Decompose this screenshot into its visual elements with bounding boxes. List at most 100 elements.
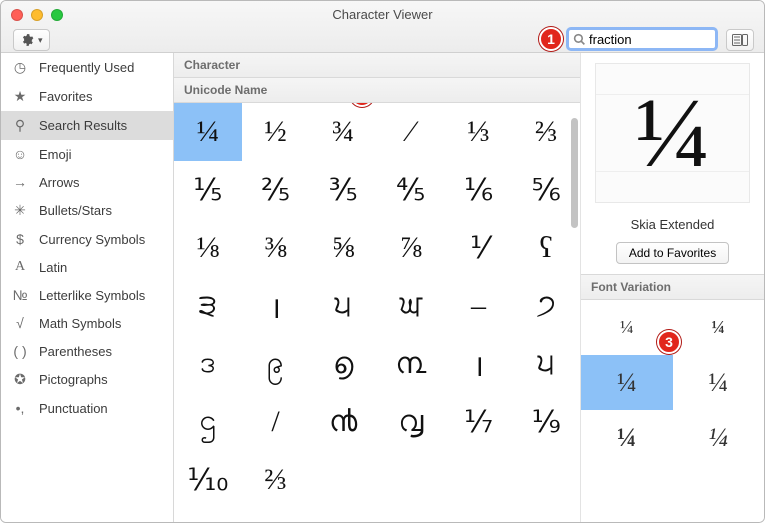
variation-cell[interactable]: ¼ — [673, 355, 765, 410]
settings-menu-button[interactable]: ▾ — [13, 29, 50, 51]
add-to-favorites-button[interactable]: Add to Favorites — [616, 242, 729, 264]
sidebar-item-arrows[interactable]: →Arrows — [1, 168, 173, 196]
char-cell[interactable]: ⅑ — [512, 393, 580, 451]
variation-cell[interactable]: ¼ — [581, 300, 673, 355]
char-cell[interactable]: । — [242, 277, 310, 335]
scrollbar-thumb[interactable] — [571, 118, 578, 228]
char-cell[interactable]: ⅚ — [512, 161, 580, 219]
grid-scroll[interactable]: ¼½¾⁄⅓⅔⅕⅖⅗⅘⅙⅚⅛⅜⅝⅞⅟ʕ੩।੫ਘ–੭ဒ၉൭൩।੫ဌ/൯൮⅐⅑⅒⅔ 2 — [174, 103, 580, 522]
sidebar-item-label: Parentheses — [39, 344, 112, 359]
search-icon: ⚲ — [11, 117, 29, 134]
preview-glyph: ¼ — [635, 83, 710, 183]
char-cell[interactable] — [309, 451, 377, 509]
char-cell[interactable]: ੩ — [174, 277, 242, 335]
sidebar-item-punctuation[interactable]: •, Punctuation — [1, 394, 173, 422]
char-cell[interactable]: ⅐ — [445, 393, 513, 451]
sidebar-item-label: Pictographs — [39, 372, 108, 387]
window-title: Character Viewer — [1, 7, 764, 22]
char-cell[interactable]: / — [242, 393, 310, 451]
char-cell[interactable]: ⅕ — [174, 161, 242, 219]
toggle-sidebar-button[interactable] — [726, 29, 754, 51]
char-cell[interactable]: ⅝ — [309, 219, 377, 277]
callout-1: 1 — [539, 27, 563, 51]
char-cell[interactable]: ੫ — [512, 335, 580, 393]
char-cell[interactable]: ⁄ — [377, 103, 445, 161]
char-cell[interactable]: ⅛ — [174, 219, 242, 277]
emoji-icon: ☺ — [11, 146, 29, 162]
char-cell[interactable]: ⅖ — [242, 161, 310, 219]
char-cell[interactable]: ⅒ — [174, 451, 242, 509]
variation-cell[interactable]: ¼ — [673, 410, 765, 465]
char-cell[interactable] — [512, 451, 580, 509]
char-cell[interactable]: ⅞ — [377, 219, 445, 277]
sidebar-item-label: Frequently Used — [39, 60, 134, 75]
char-cell[interactable]: ၉ — [242, 335, 310, 393]
sidebar: ◷ Frequently Used ★Favorites ⚲ Search Result… — [1, 53, 174, 522]
char-cell[interactable]: ൯ — [309, 393, 377, 451]
math-icon: √ — [11, 315, 29, 331]
char-cell[interactable]: ⅙ — [445, 161, 513, 219]
sidebar-item-label: Currency Symbols — [39, 232, 145, 247]
character-header: Character — [174, 53, 580, 78]
sidebar-item-favorites[interactable]: ★Favorites — [1, 82, 173, 111]
sidebar-item-currency-symbols[interactable]: $ Currency Symbols — [1, 225, 173, 253]
sidebar-item-parentheses[interactable]: ( ) Parentheses — [1, 337, 173, 365]
sidebar-item-label: Arrows — [39, 175, 79, 190]
char-cell[interactable]: ¼ — [174, 103, 242, 161]
sidebar-item-label: Punctuation — [39, 401, 108, 416]
punct-icon: •, — [11, 400, 29, 416]
clock-icon: ◷ — [11, 59, 29, 76]
char-cell[interactable] — [377, 451, 445, 509]
char-cell[interactable]: ⅟ — [445, 219, 513, 277]
detail-pane: ¼ Skia Extended Add to Favorites Font Va… — [581, 53, 764, 522]
char-cell[interactable]: ⅗ — [309, 161, 377, 219]
variation-cell[interactable]: ¼ — [581, 410, 673, 465]
variation-cell[interactable]: ¼ — [581, 355, 673, 410]
char-cell[interactable]: ⅘ — [377, 161, 445, 219]
char-cell[interactable]: ½ — [242, 103, 310, 161]
sidebar-item-label: Math Symbols — [39, 316, 121, 331]
character-grid: ¼½¾⁄⅓⅔⅕⅖⅗⅘⅙⅚⅛⅜⅝⅞⅟ʕ੩।੫ਘ–੭ဒ၉൭൩।੫ဌ/൯൮⅐⅑⅒⅔ — [174, 103, 580, 509]
main-area: Character Unicode Name ¼½¾⁄⅓⅔⅕⅖⅗⅘⅙⅚⅛⅜⅝⅞⅟… — [174, 53, 764, 522]
bullet-icon: ✳ — [11, 202, 29, 219]
sidebar-item-frequently-used[interactable]: ◷ Frequently Used — [1, 53, 173, 82]
sidebar-item-label: Search Results — [39, 118, 127, 133]
character-viewer-window: Character Viewer ▾ 1 ✕ ◷Frequently Used★… — [0, 0, 765, 523]
char-cell[interactable]: ⅓ — [445, 103, 513, 161]
char-cell[interactable]: ¾ — [309, 103, 377, 161]
char-cell[interactable]: – — [445, 277, 513, 335]
sidebar-item-bullets-stars[interactable]: ✳Bullets/Stars — [1, 196, 173, 225]
sidebar-item-pictographs[interactable]: ✪ Pictographs — [1, 365, 173, 394]
chevron-down-icon: ▾ — [38, 35, 43, 46]
sidebar-item-label: Letterlike Symbols — [39, 288, 145, 303]
char-cell[interactable]: ൭ — [309, 335, 377, 393]
char-cell[interactable]: ⅔ — [512, 103, 580, 161]
char-cell[interactable]: ൮ — [377, 393, 445, 451]
char-cell[interactable]: ⅜ — [242, 219, 310, 277]
sidebar-item-math-symbols[interactable]: √ Math Symbols — [1, 309, 173, 337]
search-icon — [573, 33, 586, 46]
char-cell[interactable]: ൩ — [377, 335, 445, 393]
char-cell[interactable]: ੭ — [512, 277, 580, 335]
char-cell[interactable]: ਘ — [377, 277, 445, 335]
char-cell[interactable]: ੫ — [309, 277, 377, 335]
latin-icon: A — [11, 259, 29, 275]
variation-cell[interactable]: ¼ — [673, 300, 765, 355]
char-cell[interactable]: । — [445, 335, 513, 393]
sidebar-item-emoji[interactable]: ☺ Emoji — [1, 140, 173, 168]
char-cell[interactable]: ʕ — [512, 219, 580, 277]
gear-icon — [20, 33, 34, 47]
char-cell[interactable]: ဌ — [174, 393, 242, 451]
sidebar-item-letterlike-symbols[interactable]: №Letterlike Symbols — [1, 281, 173, 309]
pictograph-icon: ✪ — [11, 371, 29, 388]
sidebar-item-latin[interactable]: ALatin — [1, 253, 173, 281]
char-cell[interactable] — [445, 451, 513, 509]
char-cell[interactable]: ⅔ — [242, 451, 310, 509]
font-variations-grid: ¼¼¼¼¼¼3 — [581, 300, 764, 465]
sidebar-item-label: Emoji — [39, 147, 72, 162]
currency-icon: $ — [11, 231, 29, 247]
sidebar-item-search-results[interactable]: ⚲ Search Results — [1, 111, 173, 140]
font-variation-header: Font Variation — [581, 274, 764, 300]
paren-icon: ( ) — [11, 343, 29, 359]
char-cell[interactable]: ဒ — [174, 335, 242, 393]
